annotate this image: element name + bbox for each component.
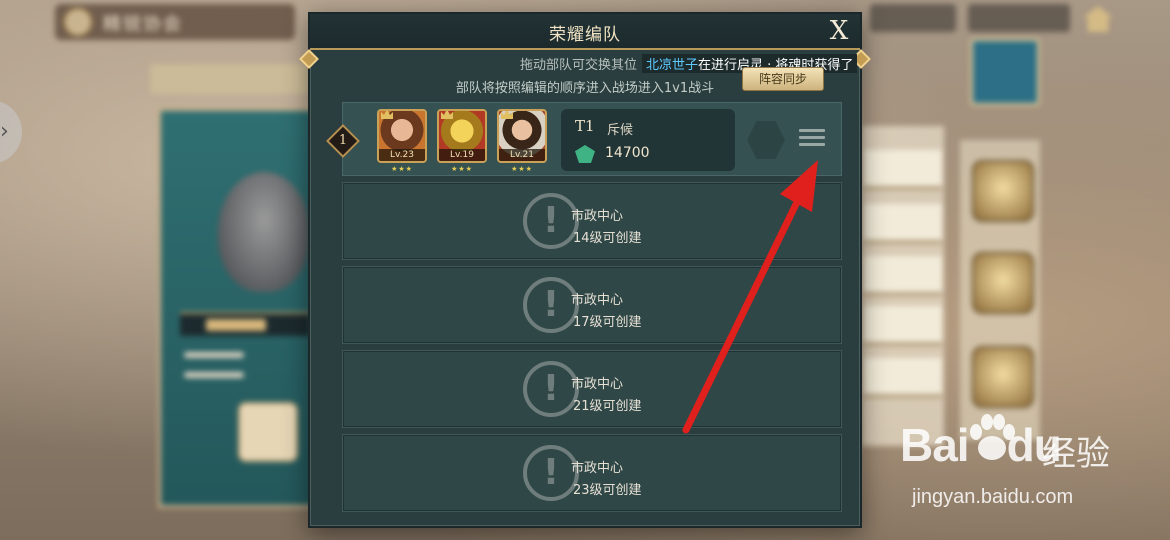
hero-stars: ★★★: [451, 165, 473, 173]
bg-right-row: [864, 306, 942, 346]
bg-right-row: [864, 256, 942, 296]
slot-building: 市政中心: [571, 293, 624, 308]
building-icon: [972, 252, 1034, 314]
honor-formation-dialog: 荣耀编队 X 拖动部队可交换其位 北凉世子在进行启灵 · 将魂时获得了 部队将按…: [299, 12, 871, 528]
team-menu-button[interactable]: [799, 127, 825, 149]
slot-building: 市政中心: [571, 461, 624, 476]
home-icon: [1083, 6, 1113, 32]
lineup-sync-button[interactable]: 阵容同步: [742, 67, 824, 91]
bg-right-row: [864, 358, 942, 398]
player-name: 北凉世子: [646, 58, 699, 73]
slot-building: 市政中心: [571, 209, 624, 224]
bg-right-row: [864, 204, 942, 244]
locked-team-slot[interactable]: ! 市政中心 21级可创建: [342, 350, 842, 428]
hero-portrait[interactable]: Lv.19: [437, 109, 487, 163]
baidu-watermark: Bai du 经验 jingyan.baidu.com: [900, 414, 1160, 518]
bg-right-row: [864, 150, 942, 190]
slot-building: 市政中心: [571, 377, 624, 392]
watermark-cn: 经验: [1042, 434, 1110, 474]
hero-stars: ★★★: [511, 165, 533, 173]
building-icon: [972, 346, 1034, 408]
bg-ribbon: [150, 64, 310, 94]
bg-text-line: [184, 372, 244, 378]
bg-nameplate: [180, 312, 310, 336]
team-role: 斥候: [607, 123, 634, 138]
team-code: T1: [575, 117, 595, 135]
building-icon: [972, 160, 1034, 222]
hero-portrait[interactable]: Lv.21: [497, 109, 547, 163]
locked-team-slot[interactable]: ! 市政中心 23级可创建: [342, 434, 842, 512]
paw-logo-icon: [970, 414, 1015, 460]
bg-text-line: [184, 352, 244, 358]
locked-team-slot[interactable]: ! 市政中心 17级可创建: [342, 266, 842, 344]
slot-requirement: 21级可创建: [573, 399, 642, 414]
hero-portrait[interactable]: Lv.23: [377, 109, 427, 163]
menu-icon: [799, 129, 825, 132]
castle-icon: [970, 38, 1040, 106]
watermark-url: jingyan.baidu.com: [912, 486, 1074, 508]
power-icon: [575, 145, 595, 163]
team-emblem-button[interactable]: [747, 121, 785, 159]
team-power: 14700: [605, 145, 650, 161]
locked-team-slot[interactable]: ! 市政中心 14级可创建: [342, 182, 842, 260]
drag-hint: 拖动部队可交换其位: [520, 58, 638, 73]
alliance-title: 精锐协会: [103, 14, 183, 35]
close-button[interactable]: X: [824, 16, 854, 46]
dialog-title: 荣耀编队: [549, 25, 621, 45]
team-info-card: T1 斥候 14700: [561, 109, 735, 171]
bg-resource-bar: [968, 4, 1070, 32]
gear-icon: [63, 7, 93, 37]
hero-level: Lv.21: [499, 149, 545, 161]
hero-level: Lv.19: [439, 149, 485, 161]
team-index-badge: 1: [326, 124, 360, 158]
bg-resource-bar: [870, 4, 956, 32]
shield-icon: [218, 172, 310, 292]
bg-avatar: [238, 402, 298, 462]
alliance-title-bar: 精锐协会: [55, 4, 295, 40]
hero-stars: ★★★: [391, 165, 413, 173]
hero-level: Lv.23: [379, 149, 425, 161]
dialog-header: 荣耀编队 X: [310, 14, 860, 50]
slot-requirement: 17级可创建: [573, 315, 642, 330]
slot-requirement: 14级可创建: [573, 231, 642, 246]
slot-requirement: 23级可创建: [573, 483, 642, 498]
team-row[interactable]: 1 Lv.23 ★★★ Lv.19 ★★★ Lv.21 ★★★ T1 斥候 14…: [326, 102, 842, 176]
chevron-right-icon: ›: [0, 119, 9, 144]
